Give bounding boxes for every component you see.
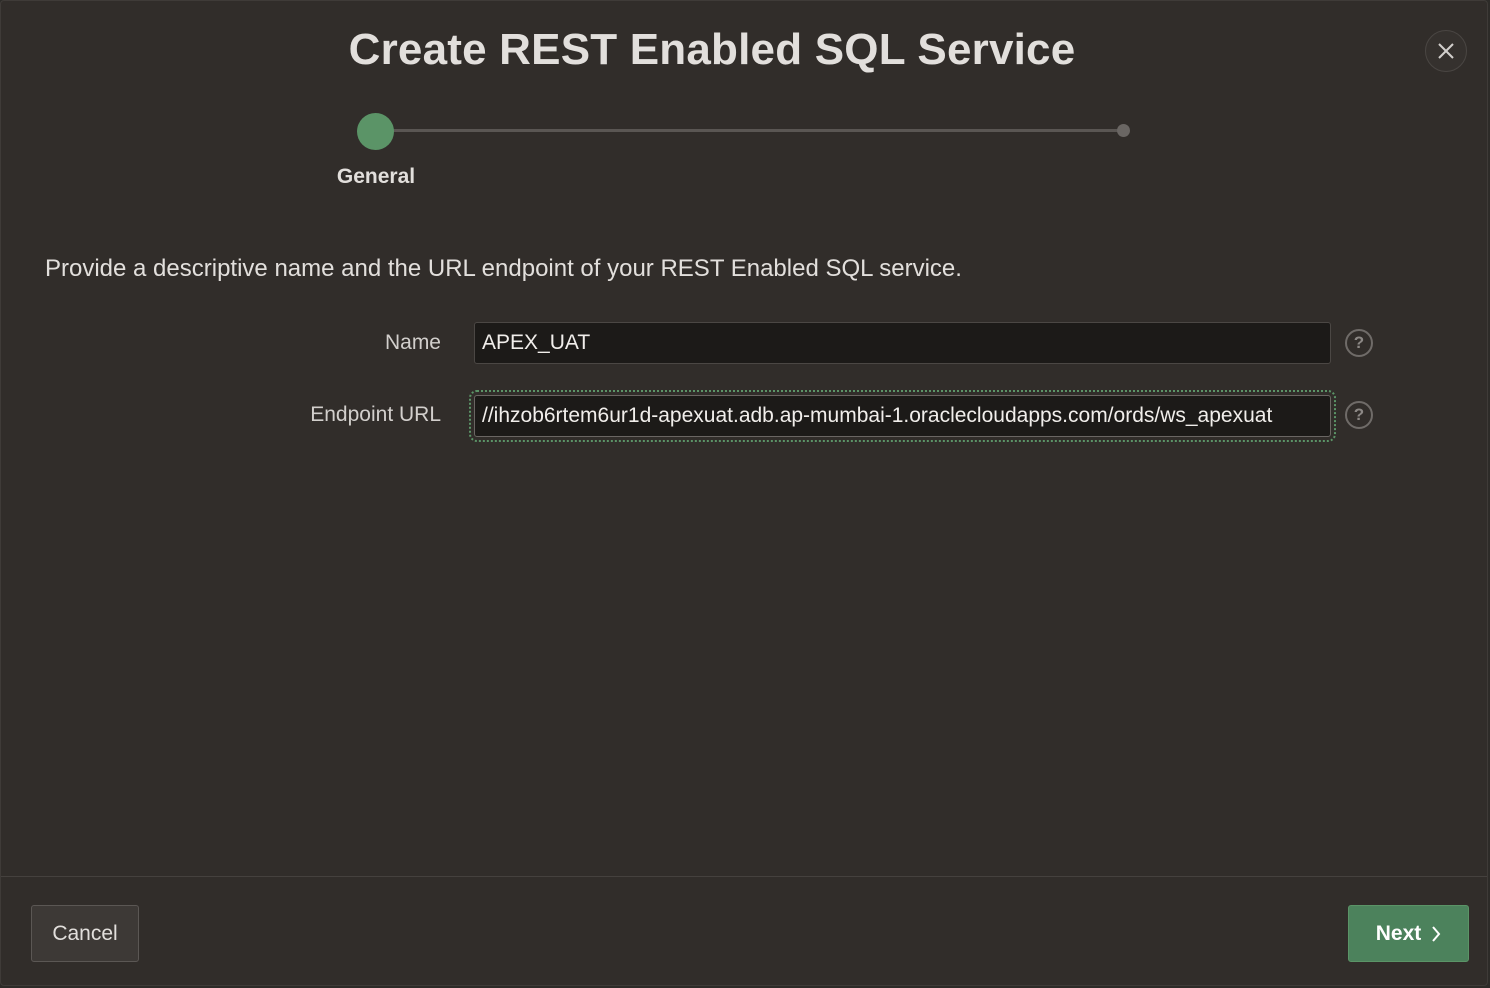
help-icon[interactable]: ? (1345, 329, 1373, 357)
footer-divider (1, 876, 1487, 877)
endpoint-url-label: Endpoint URL (310, 403, 441, 426)
chevron-right-icon (1432, 925, 1441, 942)
create-rest-sql-dialog: Create REST Enabled SQL Service General … (0, 0, 1488, 986)
cancel-button[interactable]: Cancel (31, 905, 139, 962)
wizard-progress-track (376, 129, 1124, 132)
help-icon[interactable]: ? (1345, 401, 1373, 429)
endpoint-url-input[interactable]: //ihzob6rtem6ur1d-apexuat.adb.ap-mumbai-… (469, 390, 1336, 442)
close-icon (1438, 43, 1454, 59)
wizard-step-general-marker (357, 113, 394, 150)
dialog-title: Create REST Enabled SQL Service (348, 25, 1076, 74)
name-label: Name (384, 331, 441, 354)
name-input[interactable]: APEX_UAT (474, 322, 1331, 364)
close-button[interactable] (1425, 30, 1467, 72)
instructions-text: Provide a descriptive name and the URL e… (45, 255, 962, 282)
cancel-button-label: Cancel (52, 921, 118, 945)
wizard-step-label: General (336, 165, 416, 188)
wizard-end-marker (1117, 124, 1130, 137)
next-button[interactable]: Next (1348, 905, 1469, 962)
next-button-label: Next (1375, 921, 1422, 945)
